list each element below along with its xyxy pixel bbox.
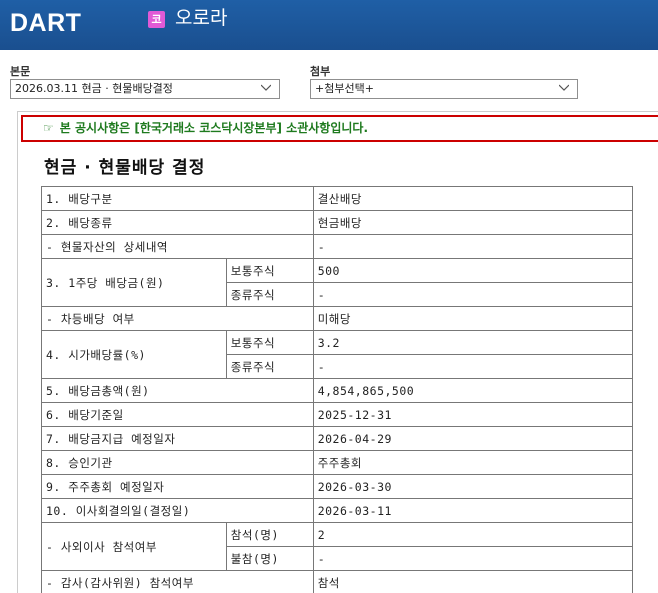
row-value: 미해당 [312, 306, 634, 331]
notice-text: 본 공시사항은 [한국거래소 코스닥시장본부] 소관사항입니다. [59, 121, 369, 135]
top-header-bar: DART 코 오로라 [0, 0, 658, 50]
row-value: 2 [312, 522, 634, 547]
row-value: - [312, 234, 634, 259]
row-value: - [312, 282, 634, 307]
table-row: - 현물자산의 상세내역 - [41, 234, 634, 259]
row-value: 2025-12-31 [312, 402, 634, 427]
row-label: - 현물자산의 상세내역 [41, 234, 314, 259]
row-sublabel: 종류주식 [225, 282, 314, 307]
row-label: 2. 배당종류 [41, 210, 314, 235]
table-row: 8. 승인기관 주주총회 [41, 450, 634, 475]
pointing-hand-icon: ☞ [43, 121, 54, 135]
row-sublabel: 보통주식 [225, 330, 314, 355]
row-sublabel: 참석(명) [225, 522, 314, 547]
row-label: 4. 시가배당률(%) [41, 330, 227, 379]
row-label: 8. 승인기관 [41, 450, 314, 475]
row-value: - [312, 546, 634, 571]
row-sublabel: 보통주식 [225, 258, 314, 283]
row-label: 7. 배당금지급 예정일자 [41, 426, 314, 451]
row-sublabel: 불참(명) [225, 546, 314, 571]
row-label: 9. 주주총회 예정일자 [41, 474, 314, 499]
row-value: 주주총회 [312, 450, 634, 475]
body-select-label: 본문 [10, 65, 31, 78]
dart-logo[interactable]: DART [10, 8, 81, 38]
document-title: 현금 · 현물배당 결정 [44, 158, 206, 178]
row-label: 5. 배당금총액(원) [41, 378, 314, 403]
table-row: - 차등배당 여부 미해당 [41, 306, 634, 331]
attachment-select[interactable]: +첨부선택+ [310, 79, 578, 99]
chevron-down-icon [261, 84, 271, 91]
row-value: 2026-03-11 [312, 498, 634, 523]
body-select-value: 2026.03.11 현금 · 현물배당결정 [15, 82, 173, 95]
row-label: - 차등배당 여부 [41, 306, 314, 331]
row-value: 참석 [312, 570, 634, 593]
table-row: 9. 주주총회 예정일자 2026-03-30 [41, 474, 634, 499]
row-value: 500 [312, 258, 634, 283]
row-value: 현금배당 [312, 210, 634, 235]
table-row: 7. 배당금지급 예정일자 2026-04-29 [41, 426, 634, 451]
table-row: 3. 1주당 배당금(원) 보통주식 500 [41, 258, 634, 307]
body-document-select[interactable]: 2026.03.11 현금 · 현물배당결정 [10, 79, 280, 99]
table-row: - 사외이사 참석여부 참석(명) 2 [41, 522, 634, 571]
row-label: 6. 배당기준일 [41, 402, 314, 427]
corp-type-badge: 코 [148, 11, 165, 28]
row-value: - [312, 354, 634, 379]
row-label: - 사외이사 참석여부 [41, 522, 227, 571]
dividend-decision-table: 1. 배당구분 결산배당 2. 배당종류 현금배당 - 현물자산의 상세내역 -… [41, 186, 634, 593]
attach-select-value: +첨부선택+ [315, 82, 374, 95]
table-row: 10. 이사회결의일(결정일) 2026-03-11 [41, 498, 634, 523]
attach-select-label: 첨부 [310, 65, 331, 78]
row-sublabel: 종류주식 [225, 354, 314, 379]
row-value: 3.2 [312, 330, 634, 355]
logo-text: DART [10, 9, 82, 37]
table-row: 2. 배당종류 현금배당 [41, 210, 634, 235]
company-name: 오로라 [175, 7, 228, 29]
row-label: 1. 배당구분 [41, 186, 314, 211]
row-label: 10. 이사회결의일(결정일) [41, 498, 314, 523]
row-label: 3. 1주당 배당금(원) [41, 258, 227, 307]
row-value: 결산배당 [312, 186, 634, 211]
chevron-down-icon [559, 84, 569, 91]
jurisdiction-notice: ☞ 본 공시사항은 [한국거래소 코스닥시장본부] 소관사항입니다. [21, 115, 658, 142]
table-row: 1. 배당구분 결산배당 [41, 186, 634, 211]
row-value: 2026-03-30 [312, 474, 634, 499]
table-row: 6. 배당기준일 2025-12-31 [41, 402, 634, 427]
row-value: 2026-04-29 [312, 426, 634, 451]
row-label: - 감사(감사위원) 참석여부 [41, 570, 314, 593]
table-row: 5. 배당금총액(원) 4,854,865,500 [41, 378, 634, 403]
row-value: 4,854,865,500 [312, 378, 634, 403]
table-row: 4. 시가배당률(%) 보통주식 3.2 [41, 330, 634, 379]
table-row: - 감사(감사위원) 참석여부 참석 [41, 570, 634, 593]
